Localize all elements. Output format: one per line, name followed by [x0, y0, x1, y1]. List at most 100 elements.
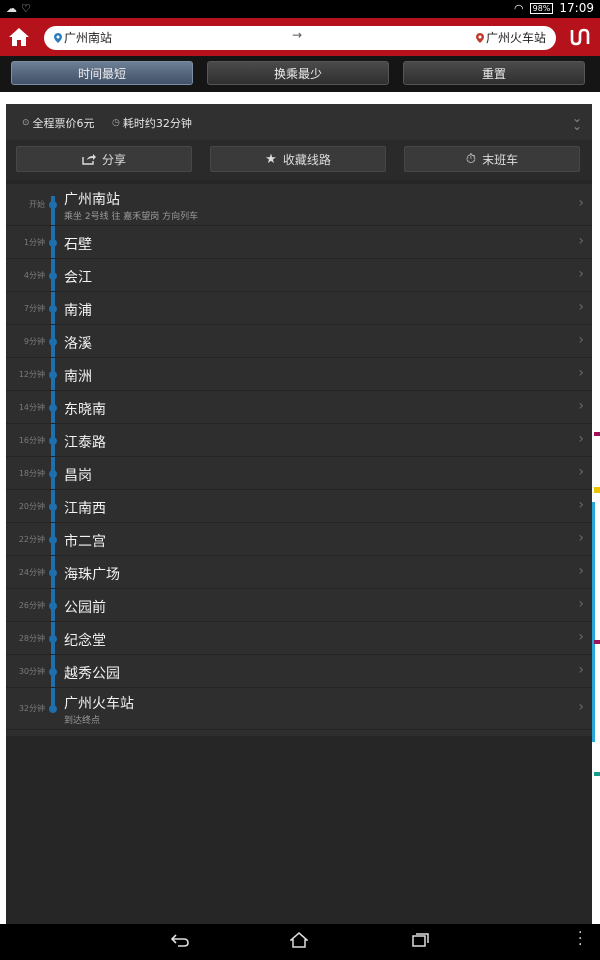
route-actions: 分享 ★ 收藏线路 ⏱ 末班车: [6, 140, 592, 180]
station-row[interactable]: 7分钟 南浦 ›: [6, 292, 592, 325]
station-name: 南浦: [64, 302, 92, 319]
chevron-right-icon: ›: [578, 463, 584, 480]
chevron-right-icon: ›: [578, 595, 584, 612]
chevron-right-icon: ›: [578, 331, 584, 348]
station-row[interactable]: 24分钟 海珠广场 ›: [6, 556, 592, 589]
last-train-button[interactable]: ⏱ 末班车: [404, 146, 580, 172]
station-dot: [49, 667, 57, 676]
route-arrow-icon: →: [292, 28, 303, 42]
back-button[interactable]: [170, 932, 190, 951]
chevron-right-icon: ›: [578, 232, 584, 249]
station-time: 7分钟: [23, 303, 45, 313]
station-name: 广州火车站: [64, 696, 134, 712]
station-row[interactable]: 20分钟 江南西 ›: [6, 490, 592, 523]
origin-label: 广州南站: [64, 31, 113, 45]
fare-icon: ⊙: [22, 118, 30, 128]
station-name: 江泰路: [64, 434, 106, 451]
duration-text: 耗时约32分钟: [122, 117, 192, 130]
star-icon: ★: [265, 151, 277, 167]
station-row[interactable]: 1分钟 石壁 ›: [6, 226, 592, 259]
battery-indicator: 98%: [529, 2, 554, 14]
collapse-chevron-icon[interactable]: ⌄ ⌄: [572, 112, 582, 132]
station-name: 会江: [64, 269, 92, 286]
station-time: 16分钟: [18, 435, 45, 445]
shield-icon: ♡: [21, 2, 35, 15]
home-nav-button[interactable]: [289, 932, 309, 952]
station-list: 开始 广州南站 乘坐 2号线 往 嘉禾望岗 方向列车 › 1分钟 石壁 › 4分钟 会江 › 7分钟…: [6, 184, 592, 736]
share-label: 分享: [101, 152, 126, 167]
chevron-right-icon: ›: [578, 529, 584, 546]
back-icon: [170, 934, 189, 947]
station-name: 公园前: [64, 599, 106, 616]
chevron-right-icon: ›: [578, 496, 584, 513]
station-row[interactable]: 22分钟 市二宫 ›: [6, 523, 592, 556]
chevron-right-icon: ›: [578, 298, 584, 315]
station-row[interactable]: 30分钟 越秀公园 ›: [6, 655, 592, 688]
fare-info: ⊙ 全程票价6元: [22, 115, 95, 131]
recent-apps-button[interactable]: [412, 932, 430, 951]
station-row[interactable]: 开始 广州南站 乘坐 2号线 往 嘉禾望岗 方向列车 ›: [6, 184, 592, 226]
station-name: 市二宫: [64, 533, 106, 550]
station-row[interactable]: 12分钟 南洲 ›: [6, 358, 592, 391]
station-time: 22分钟: [18, 534, 45, 544]
duration-info: ◷ 耗时约32分钟: [112, 115, 192, 131]
timer-icon: ⏱: [465, 151, 477, 167]
tab-reset[interactable]: 重置: [403, 61, 585, 85]
fare-text: 全程票价6元: [32, 117, 95, 130]
status-left-icons: ☁♡: [6, 2, 35, 15]
tab-fewest-transfers[interactable]: 换乘最少: [207, 61, 389, 85]
station-dot: [49, 634, 57, 643]
home-button[interactable]: [4, 21, 34, 53]
station-row[interactable]: 14分钟 东晓南 ›: [6, 391, 592, 424]
favorite-route-button[interactable]: ★ 收藏线路: [210, 146, 386, 172]
chevron-right-icon: ›: [578, 265, 584, 282]
home-icon: [9, 28, 29, 46]
station-name: 昌岗: [64, 467, 92, 484]
station-time: 30分钟: [18, 666, 45, 676]
overflow-menu-button[interactable]: · · ·: [578, 926, 582, 952]
route-input[interactable]: 广州南站 → 广州火车站: [44, 26, 556, 50]
destination-field[interactable]: 广州火车站: [475, 29, 546, 46]
share-button[interactable]: 分享: [16, 146, 192, 172]
station-time: 12分钟: [18, 369, 45, 379]
tab-shortest-time[interactable]: 时间最短: [11, 61, 193, 85]
station-name: 石壁: [64, 236, 92, 253]
station-row[interactable]: 18分钟 昌岗 ›: [6, 457, 592, 490]
more-vertical-icon: · · ·: [578, 925, 583, 953]
station-row[interactable]: 28分钟 纪念堂 ›: [6, 622, 592, 655]
chevron-right-icon: ›: [578, 562, 584, 579]
station-row[interactable]: 4分钟 会江 ›: [6, 259, 592, 292]
station-row[interactable]: 32分钟 广州火车站 到达终点 ›: [6, 688, 592, 730]
station-dot: [49, 601, 57, 610]
station-time: 26分钟: [18, 600, 45, 610]
station-row[interactable]: 26分钟 公园前 ›: [6, 589, 592, 622]
status-right: ◠ 98% 17:09: [514, 1, 594, 15]
location-pin-icon: [475, 32, 484, 43]
share-icon: [82, 154, 96, 165]
background-map-edge: [592, 92, 600, 932]
swap-route-button[interactable]: [566, 24, 594, 50]
station-subtitle: 到达终点: [64, 716, 101, 726]
station-dot: [49, 535, 57, 544]
station-dot: [49, 337, 57, 346]
system-nav-bar: · · ·: [0, 924, 600, 960]
station-row[interactable]: 9分钟 洛溪 ›: [6, 325, 592, 358]
station-name: 江南西: [64, 500, 106, 517]
chevron-right-icon: ›: [578, 430, 584, 447]
station-time: 14分钟: [18, 402, 45, 412]
station-time: 24分钟: [18, 567, 45, 577]
station-dot: [49, 502, 57, 511]
station-time: 4分钟: [23, 270, 45, 280]
chevron-right-icon: ›: [578, 628, 584, 645]
destination-label: 广州火车站: [485, 31, 546, 45]
station-name: 广州南站: [64, 192, 120, 208]
station-dot: [49, 469, 57, 478]
station-time: 18分钟: [18, 468, 45, 478]
origin-field[interactable]: 广州南站: [54, 29, 112, 46]
route-summary: ⊙ 全程票价6元 ◷ 耗时约32分钟 ⌄ ⌄: [6, 104, 592, 141]
chevron-right-icon: ›: [578, 397, 584, 414]
clock: 17:09: [559, 1, 594, 15]
station-name: 东晓南: [64, 401, 106, 418]
station-row[interactable]: 16分钟 江泰路 ›: [6, 424, 592, 457]
wifi-icon: ◠: [514, 1, 524, 15]
